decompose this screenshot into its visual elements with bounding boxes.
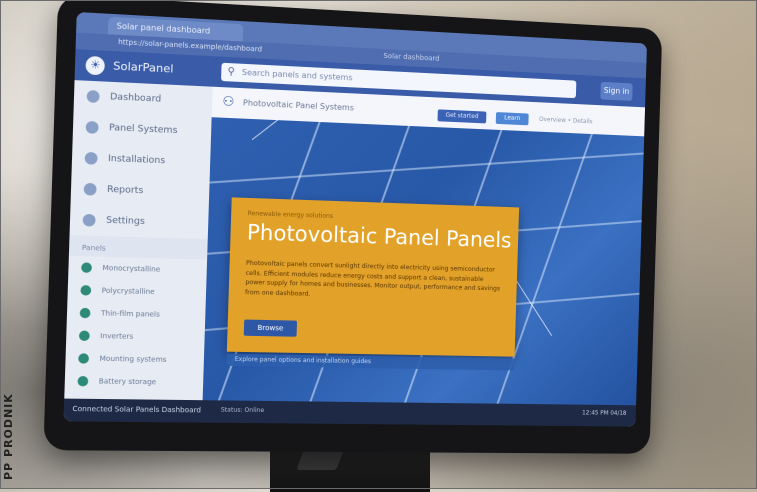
bullet-icon: [77, 375, 89, 387]
sidebar-subitem-label: Battery storage: [98, 377, 157, 387]
panel-icon: [85, 120, 99, 134]
card-footer-text: Explore panel options and installation g…: [234, 355, 372, 366]
card-body: Photovoltaic panels convert sunlight dir…: [244, 259, 501, 298]
sidebar-subitem-label: Monocrystalline: [102, 263, 161, 274]
sidebar-item-label: Settings: [105, 215, 145, 228]
header-meta: Overview • Details: [538, 116, 593, 126]
sidebar-subitem-label: Polycrystalline: [101, 286, 155, 297]
settings-icon: [82, 213, 96, 227]
installation-icon: [84, 151, 98, 165]
monitor: Solar panel dashboard https://solar-pane…: [43, 0, 663, 454]
sidebar-subitem-label: Thin-film panels: [100, 309, 160, 319]
address-page-title: Solar dashboard: [383, 51, 440, 63]
taskbar-clock: 12:45 PM 04/18: [582, 409, 627, 417]
bullet-icon: [80, 285, 92, 296]
sidebar-item-label: Dashboard: [109, 92, 162, 105]
learn-button[interactable]: Learn: [495, 112, 529, 126]
monitor-stand-notch: [296, 450, 344, 470]
bullet-icon: [78, 353, 90, 364]
browse-button[interactable]: Browse: [243, 319, 298, 337]
sidebar: Dashboard Panel Systems Installations Re…: [64, 80, 214, 401]
dashboard-icon: [86, 90, 100, 103]
sidebar-item-label: Reports: [106, 184, 144, 197]
sidebar-subitem[interactable]: Mounting systems: [65, 347, 204, 372]
sidebar-subitem[interactable]: Polycrystalline: [67, 279, 206, 305]
sidebar-item-label: Panel Systems: [108, 122, 178, 137]
app-name[interactable]: SolarPanel: [113, 59, 174, 75]
bullet-icon: [81, 262, 93, 273]
header-action-button[interactable]: Sign in: [600, 81, 633, 101]
sidebar-item-reports[interactable]: Reports: [71, 173, 210, 209]
sidebar-subitem[interactable]: Inverters: [66, 324, 205, 349]
card-title: Photovoltaic Panel Panels: [246, 220, 512, 253]
taskbar-status: Status: Online: [220, 406, 265, 415]
users-icon: ⚇: [222, 94, 235, 111]
sidebar-subitem[interactable]: Battery storage: [64, 370, 203, 394]
search-placeholder: Search panels and systems: [241, 67, 353, 83]
bullet-icon: [79, 307, 91, 319]
sidebar-subitem-label: Mounting systems: [99, 354, 167, 364]
app-logo-icon[interactable]: ☀: [85, 55, 105, 76]
sidebar-item-settings[interactable]: Settings: [70, 204, 209, 239]
sidebar-subitem[interactable]: Thin-film panels: [67, 301, 206, 327]
panel-crack-line: [514, 278, 553, 336]
sidebar-subitem-label: Inverters: [100, 331, 134, 341]
sidebar-item-installations[interactable]: Installations: [72, 142, 211, 178]
monitor-screen: Solar panel dashboard https://solar-pane…: [63, 11, 647, 427]
solar-panel-hero-image: Renewable energy solutions Photovoltaic …: [202, 117, 645, 406]
search-icon: ⚲: [227, 66, 236, 78]
main-content: ⚇ Photovoltaic Panel Systems Get started…: [202, 86, 646, 406]
taskbar-left-text: Connected Solar Panels Dashboard: [72, 404, 202, 415]
page-title: Photovoltaic Panel Systems: [242, 98, 355, 113]
hero-card: Renewable energy solutions Photovoltaic …: [226, 197, 520, 357]
get-started-button[interactable]: Get started: [437, 109, 487, 124]
sidebar-item-label: Installations: [107, 153, 166, 167]
reports-icon: [83, 182, 97, 196]
bullet-icon: [78, 330, 90, 342]
photo-credit-watermark: PP PRODNIK: [2, 393, 15, 480]
card-kicker: Renewable energy solutions: [247, 210, 334, 220]
card-footer-strip: Explore panel options and installation g…: [226, 353, 515, 371]
